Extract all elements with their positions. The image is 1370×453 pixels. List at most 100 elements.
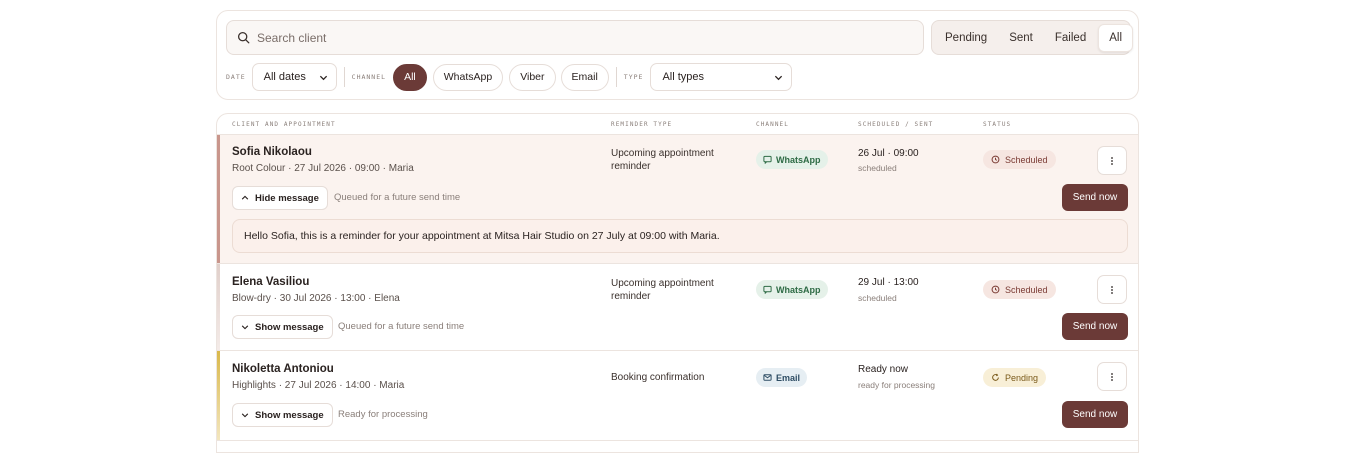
channel-email-pill[interactable]: Email xyxy=(560,63,609,91)
status-badge-label: Scheduled xyxy=(1005,154,1048,165)
status-badge: Scheduled xyxy=(983,150,1056,169)
send-now-button[interactable]: Send now xyxy=(1062,313,1128,340)
queue-note: Queued for a future send time xyxy=(338,321,465,332)
show-message-label: Show message xyxy=(255,321,324,333)
channel-filter-label: CHANNEL xyxy=(351,73,387,81)
date-filter-label: DATE xyxy=(226,73,246,81)
channel-badge: WhatsApp xyxy=(756,280,828,299)
row-accent-bar xyxy=(217,351,220,440)
reminder-type: Upcoming appointment reminder xyxy=(611,147,736,173)
reminders-panel: Pending Sent Failed All DATE All dates C… xyxy=(216,10,1139,453)
refresh-icon xyxy=(992,373,999,381)
queue-note: Queued for a future send time xyxy=(334,192,461,203)
scheduled-time: Ready now xyxy=(858,364,909,375)
status-badge-label: Scheduled xyxy=(1005,284,1048,295)
header-client: CLIENT AND APPOINTMENT xyxy=(232,121,336,128)
chevron-down-icon xyxy=(241,413,249,418)
send-now-button[interactable]: Send now xyxy=(1062,401,1128,428)
channel-viber-pill[interactable]: Viber xyxy=(509,63,556,91)
kebab-icon xyxy=(1111,285,1113,294)
reminder-type-line2: reminder xyxy=(611,291,651,302)
channel-badge-label: WhatsApp xyxy=(776,284,821,295)
reminder-type-line1: Booking confirmation xyxy=(611,372,705,383)
message-icon xyxy=(763,285,772,294)
row-actions-button[interactable] xyxy=(1097,146,1127,175)
appointment-details: Highlights · 27 Jul 2026 · 14:00 · Maria xyxy=(232,380,405,391)
reminder-type-line1: Upcoming appointment xyxy=(611,278,714,289)
channel-whatsapp-pill[interactable]: WhatsApp xyxy=(432,63,504,91)
tab-failed[interactable]: Failed xyxy=(1045,24,1096,52)
scheduled-sub: ready for processing xyxy=(858,380,936,390)
scheduled-sub: scheduled xyxy=(858,163,897,173)
search-input[interactable] xyxy=(257,30,897,45)
table-row: Sofia Nikolaou Root Colour · 27 Jul 2026… xyxy=(217,135,1138,264)
type-select[interactable]: All types xyxy=(650,63,793,91)
chevron-down-icon xyxy=(241,325,249,330)
message-preview: Hello Sofia, this is a reminder for your… xyxy=(232,219,1128,253)
appointment-details: Blow-dry · 30 Jul 2026 · 13:00 · Elena xyxy=(232,293,400,304)
reminder-type: Booking confirmation xyxy=(611,371,736,384)
show-message-button[interactable]: Show message xyxy=(232,315,333,339)
scheduled-time: 29 Jul · 13:00 xyxy=(858,277,919,288)
kebab-icon xyxy=(1111,372,1113,381)
tab-all[interactable]: All xyxy=(1098,23,1133,52)
queue-note: Ready for processing xyxy=(338,409,428,420)
reminder-type-line1: Upcoming appointment xyxy=(611,148,714,159)
appointment-details: Root Colour · 27 Jul 2026 · 09:00 · Mari… xyxy=(232,163,414,174)
status-segmented-control: Pending Sent Failed All xyxy=(931,20,1133,55)
reminder-type-line2: reminder xyxy=(611,161,651,172)
type-select-value: All types xyxy=(662,71,705,83)
status-badge-label: Pending xyxy=(1005,372,1039,383)
client-name: Elena Vasiliou xyxy=(232,276,310,288)
show-message-label: Show message xyxy=(255,409,324,421)
tab-pending[interactable]: Pending xyxy=(935,24,997,52)
hide-message-button[interactable]: Hide message xyxy=(232,186,328,210)
search-box[interactable] xyxy=(226,20,924,55)
send-now-button[interactable]: Send now xyxy=(1062,184,1128,211)
table-row: Elena Vasiliou Blow-dry · 30 Jul 2026 · … xyxy=(217,264,1138,351)
client-name: Sofia Nikolaou xyxy=(232,146,312,158)
channel-badge-label: Email xyxy=(776,372,801,383)
show-message-button[interactable]: Show message xyxy=(232,403,333,427)
table-row: Nikoletta Antoniou Highlights · 27 Jul 2… xyxy=(217,351,1138,441)
divider xyxy=(615,67,617,87)
channel-badge: Email xyxy=(756,368,808,387)
status-badge: Scheduled xyxy=(983,280,1056,299)
header-status: STATUS xyxy=(983,121,1012,128)
channel-badge: WhatsApp xyxy=(756,150,828,169)
chevron-down-icon xyxy=(775,75,783,80)
scheduled-sub: scheduled xyxy=(858,293,897,303)
type-filter-label: TYPE xyxy=(623,73,644,81)
date-select-value: All dates xyxy=(263,71,306,83)
header-reminder-type: REMINDER TYPE xyxy=(611,121,673,128)
message-icon xyxy=(763,155,772,164)
reminders-table: CLIENT AND APPOINTMENT REMINDER TYPE CHA… xyxy=(216,113,1139,453)
hide-message-label: Hide message xyxy=(255,192,319,204)
chevron-down-icon xyxy=(319,75,327,80)
clock-icon xyxy=(991,155,1000,164)
header-channel: CHANNEL xyxy=(756,121,789,128)
kebab-icon xyxy=(1111,156,1113,165)
clock-icon xyxy=(991,285,1000,294)
message-text: Hello Sofia, this is a reminder for your… xyxy=(244,230,720,242)
filter-card: Pending Sent Failed All DATE All dates C… xyxy=(216,10,1139,100)
row-actions-button[interactable] xyxy=(1097,362,1127,391)
chevron-up-icon xyxy=(241,195,249,200)
filter-row: DATE All dates CHANNEL All WhatsApp Vibe… xyxy=(226,63,793,91)
table-header: CLIENT AND APPOINTMENT REMINDER TYPE CHA… xyxy=(217,114,1138,135)
channel-all-pill[interactable]: All xyxy=(393,63,427,91)
tab-sent[interactable]: Sent xyxy=(999,24,1043,52)
row-actions-button[interactable] xyxy=(1097,275,1127,304)
status-badge: Pending xyxy=(983,368,1047,387)
client-name: Nikoletta Antoniou xyxy=(232,363,334,375)
scheduled-time: 26 Jul · 09:00 xyxy=(858,148,919,159)
row-accent-bar xyxy=(217,135,220,263)
mail-icon xyxy=(763,374,772,381)
divider xyxy=(343,67,345,87)
date-select[interactable]: All dates xyxy=(251,63,337,91)
row-accent-bar xyxy=(217,264,220,350)
channel-badge-label: WhatsApp xyxy=(776,154,821,165)
reminder-type: Upcoming appointment reminder xyxy=(611,277,736,303)
header-scheduled: SCHEDULED / SENT xyxy=(858,121,934,128)
search-icon xyxy=(237,31,250,44)
